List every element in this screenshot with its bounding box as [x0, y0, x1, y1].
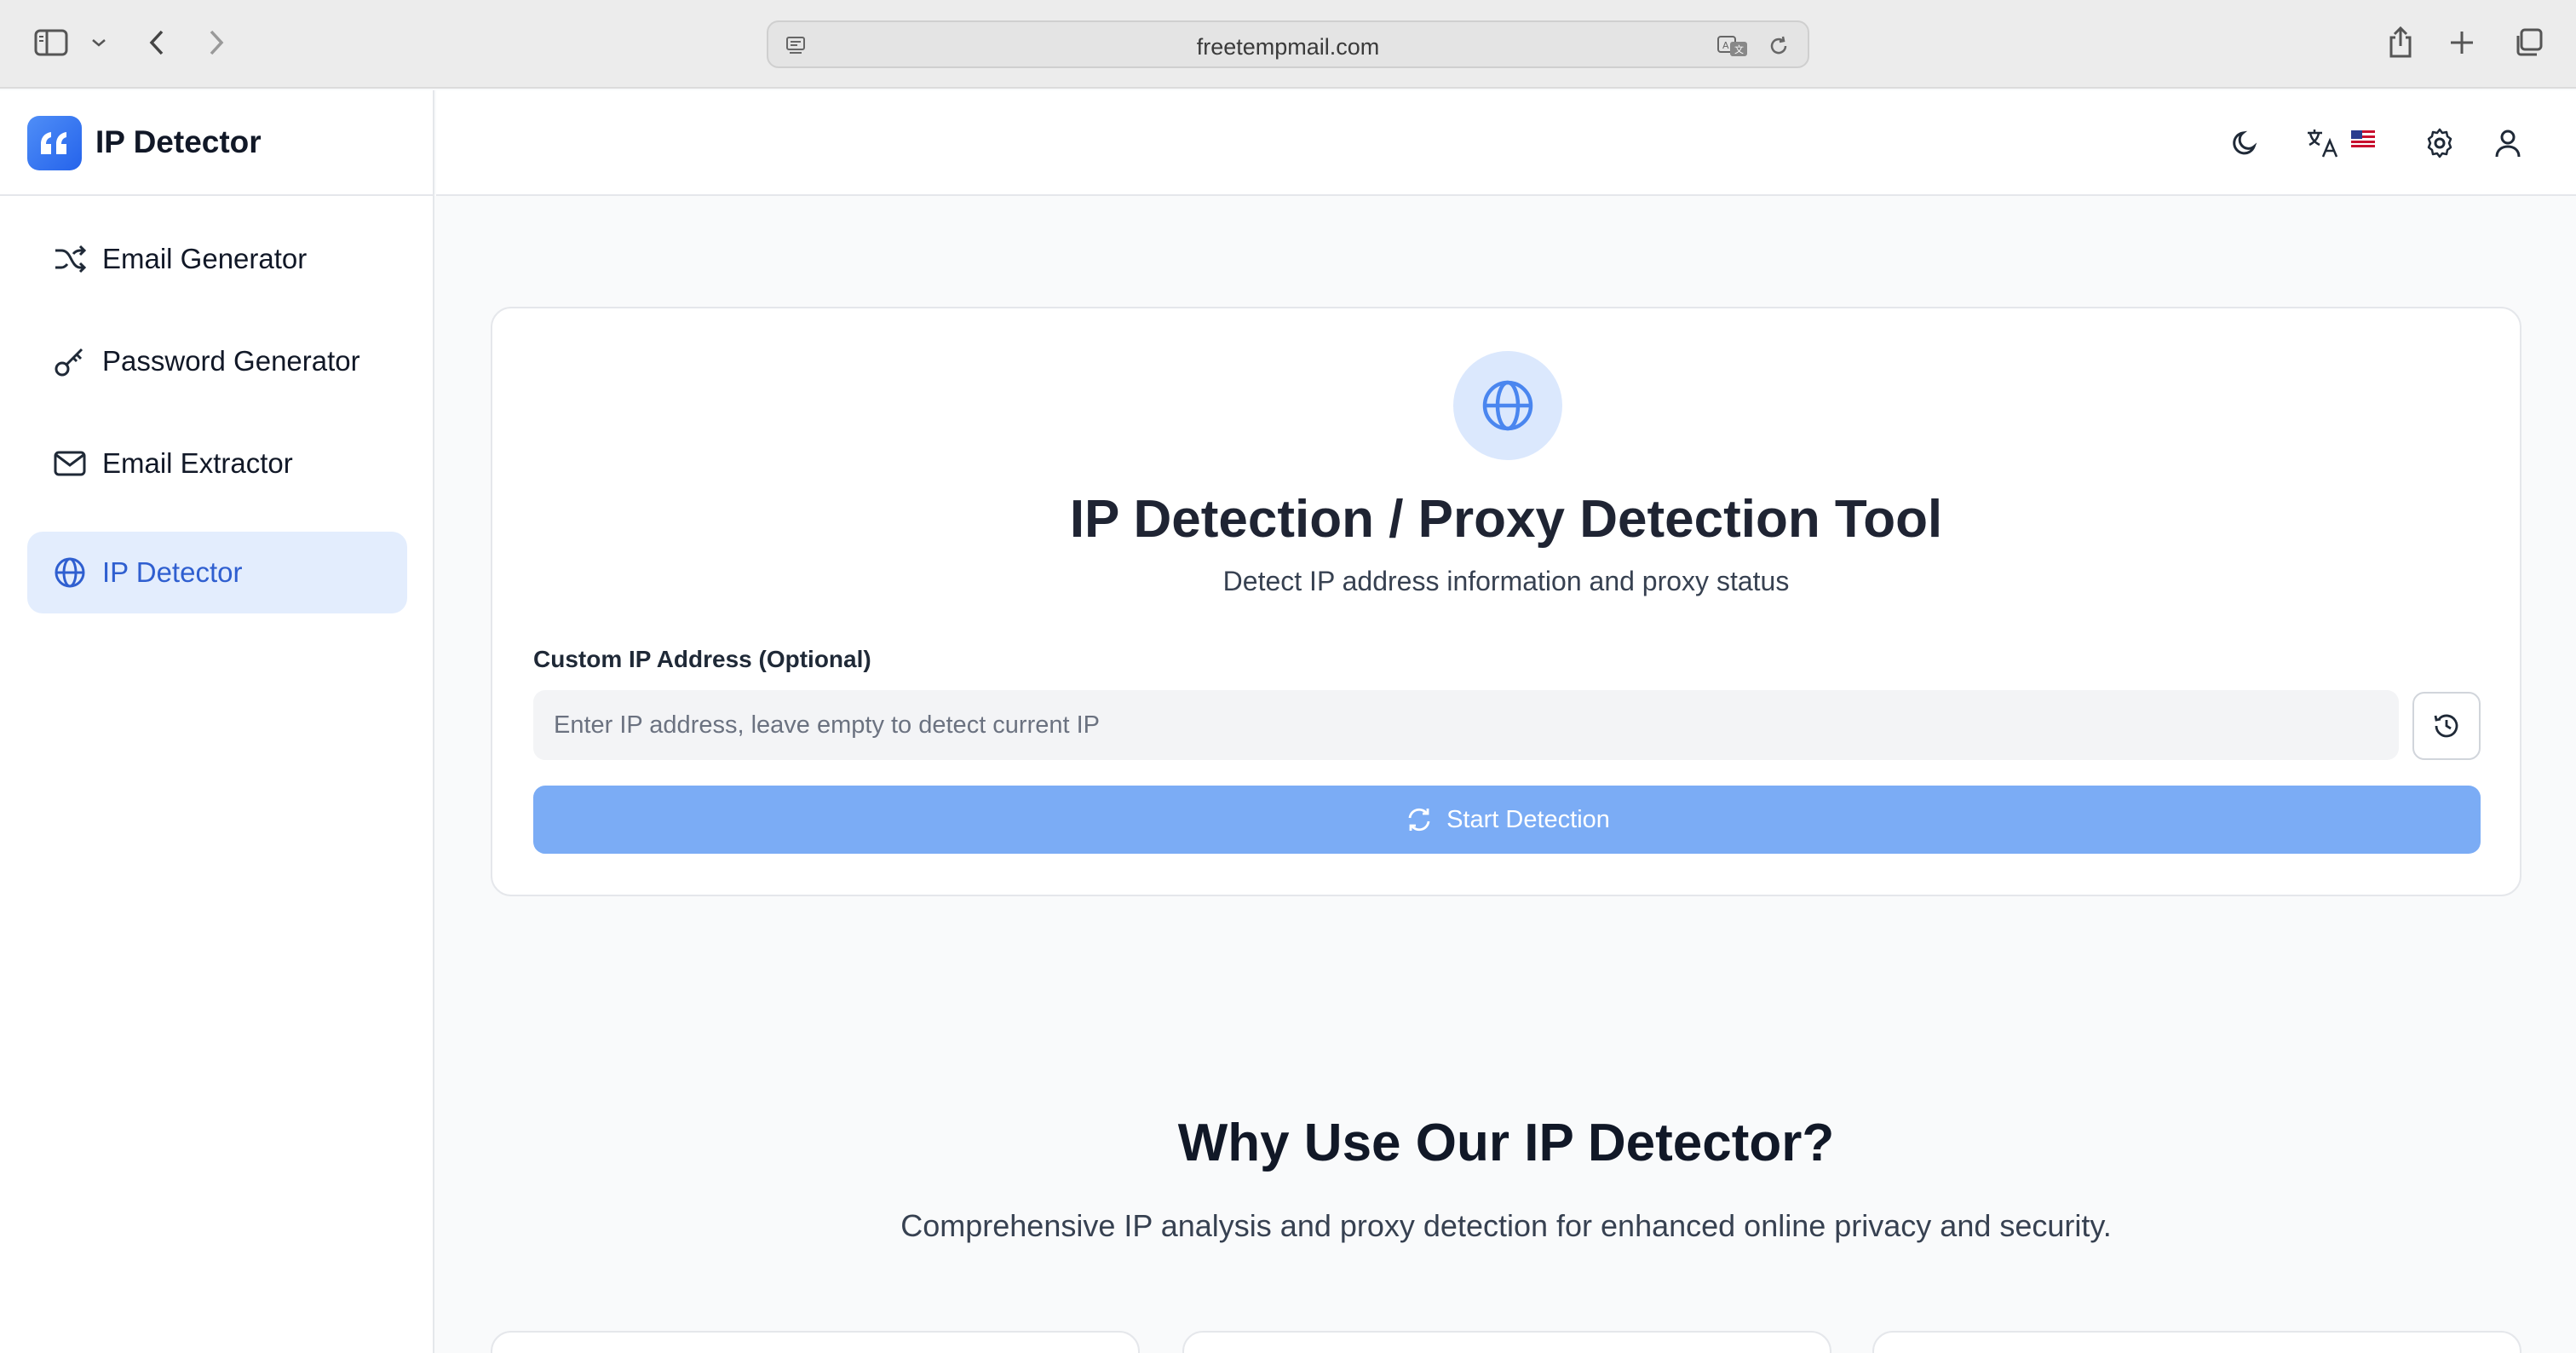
sidebar-item-label: Email Generator — [102, 243, 308, 274]
start-detection-label: Start Detection — [1446, 805, 1610, 833]
key-icon — [53, 344, 87, 378]
sidebar-item-password-generator[interactable]: Password Generator — [27, 320, 407, 402]
forward-icon[interactable] — [196, 22, 237, 63]
address-bar[interactable]: freetempmail.com A文 — [767, 20, 1809, 68]
svg-text:文: 文 — [1734, 43, 1744, 55]
ip-address-input[interactable] — [533, 690, 2399, 760]
shuffle-icon — [53, 242, 87, 276]
globe-icon — [1453, 351, 1562, 460]
back-icon[interactable] — [136, 22, 177, 63]
share-icon[interactable] — [2380, 22, 2421, 63]
sidebar-item-ip-detector[interactable]: IP Detector — [27, 532, 407, 613]
sidebar: IP Detector Email Generator Password Gen… — [0, 90, 434, 1353]
tabs-icon[interactable] — [2508, 22, 2549, 63]
settings-icon[interactable] — [2419, 123, 2460, 164]
why-section-title: Why Use Our IP Detector? — [1177, 1114, 1835, 1172]
browser-toolbar: freetempmail.com A文 — [0, 0, 2576, 89]
quote-logo-icon — [27, 116, 82, 170]
us-flag-icon[interactable] — [2351, 130, 2375, 147]
refresh-icon — [1404, 804, 1435, 835]
page-subtitle: Detect IP address information and proxy … — [1222, 566, 1790, 596]
sidebar-item-email-extractor[interactable]: Email Extractor — [27, 423, 407, 504]
svg-text:A: A — [1722, 40, 1729, 51]
why-section-subtitle: Comprehensive IP analysis and proxy dete… — [900, 1208, 2112, 1243]
mail-icon — [53, 446, 87, 481]
plus-icon[interactable] — [2441, 22, 2482, 63]
page-title: IP Detection / Proxy Detection Tool — [1069, 490, 1943, 549]
reload-icon[interactable] — [1762, 29, 1796, 63]
language-icon[interactable] — [2302, 123, 2343, 164]
url-text: freetempmail.com — [1196, 34, 1380, 60]
start-detection-button[interactable]: Start Detection — [533, 786, 2481, 854]
history-button[interactable] — [2412, 692, 2481, 760]
feature-card — [1872, 1331, 2521, 1353]
sidebar-item-label: IP Detector — [102, 556, 243, 588]
user-icon[interactable] — [2487, 123, 2528, 164]
ip-field-label: Custom IP Address (Optional) — [533, 646, 871, 672]
history-icon — [2434, 714, 2458, 738]
brand: IP Detector — [0, 90, 433, 196]
feature-card — [1182, 1331, 1831, 1353]
globe-icon — [53, 556, 87, 590]
translate-icon[interactable]: A文 — [1714, 29, 1751, 63]
moon-icon[interactable] — [2225, 123, 2266, 164]
chevron-down-icon[interactable] — [80, 22, 118, 63]
ip-detection-card: IP Detection / Proxy Detection Tool Dete… — [491, 307, 2521, 896]
sidebar-item-label: Password Generator — [102, 345, 360, 377]
sidebar-item-email-generator[interactable]: Email Generator — [27, 218, 407, 300]
feature-card — [491, 1331, 1140, 1353]
sidebar-item-label: Email Extractor — [102, 447, 293, 479]
brand-name: IP Detector — [95, 124, 262, 159]
sidebar-icon[interactable] — [31, 22, 72, 63]
